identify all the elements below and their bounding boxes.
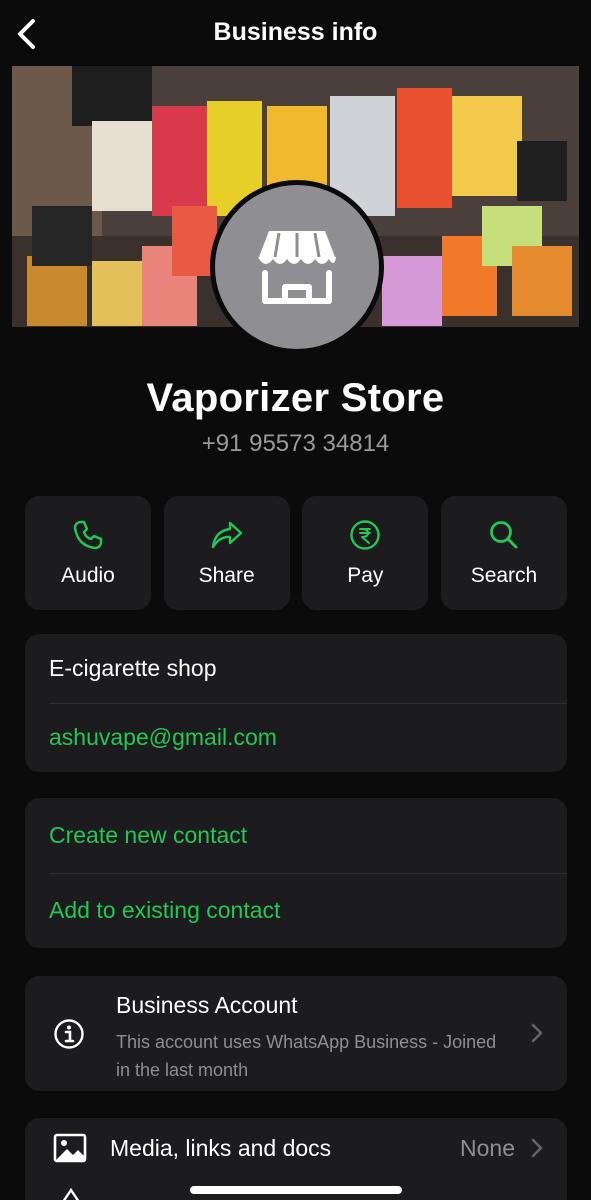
phone-number[interactable]: +91 95573 34814	[0, 430, 591, 458]
add-to-existing-contact-button[interactable]: Add to existing contact	[25, 873, 567, 948]
phone-icon	[73, 520, 103, 550]
business-account-subtitle: This account uses WhatsApp Business - Jo…	[116, 1032, 497, 1080]
share-label: Share	[198, 564, 255, 587]
media-title: Media, links and docs	[110, 1135, 332, 1161]
business-account-row[interactable]: Business Account This account uses Whats…	[25, 976, 567, 1091]
next-row-icon	[62, 1188, 80, 1200]
search-button[interactable]: Search	[440, 496, 567, 610]
photo-icon	[53, 1133, 87, 1163]
action-buttons: Audio Share Pay Search	[25, 496, 567, 610]
storefront-icon	[258, 231, 336, 304]
share-button[interactable]: Share	[163, 496, 290, 610]
audio-label: Audio	[61, 564, 115, 587]
rupee-icon	[350, 520, 381, 550]
contact-options-card: Create new contact Add to existing conta…	[25, 798, 567, 948]
search-icon	[490, 521, 518, 549]
pay-button[interactable]: Pay	[302, 496, 429, 610]
media-count: None	[460, 1135, 515, 1161]
business-details-card: E-cigarette shop ashuvape@gmail.com	[25, 634, 567, 772]
pay-label: Pay	[347, 564, 384, 587]
business-account-title: Business Account	[116, 992, 298, 1018]
business-category: E-cigarette shop	[49, 655, 217, 681]
top-bar: Business info	[0, 0, 591, 66]
share-arrow-icon	[211, 521, 242, 549]
audio-call-button[interactable]: Audio	[25, 496, 151, 610]
business-name: Vaporizer Store	[146, 376, 445, 420]
home-indicator[interactable]	[190, 1186, 402, 1194]
info-icon	[54, 1019, 84, 1049]
avatar[interactable]	[210, 180, 384, 354]
chevron-right-icon	[531, 1023, 543, 1043]
chevron-right-icon	[531, 1138, 543, 1158]
search-label: Search	[470, 564, 538, 587]
email-link[interactable]: ashuvape@gmail.com	[25, 703, 567, 772]
create-new-contact-button[interactable]: Create new contact	[25, 798, 567, 873]
page-title: Business info	[213, 18, 378, 46]
